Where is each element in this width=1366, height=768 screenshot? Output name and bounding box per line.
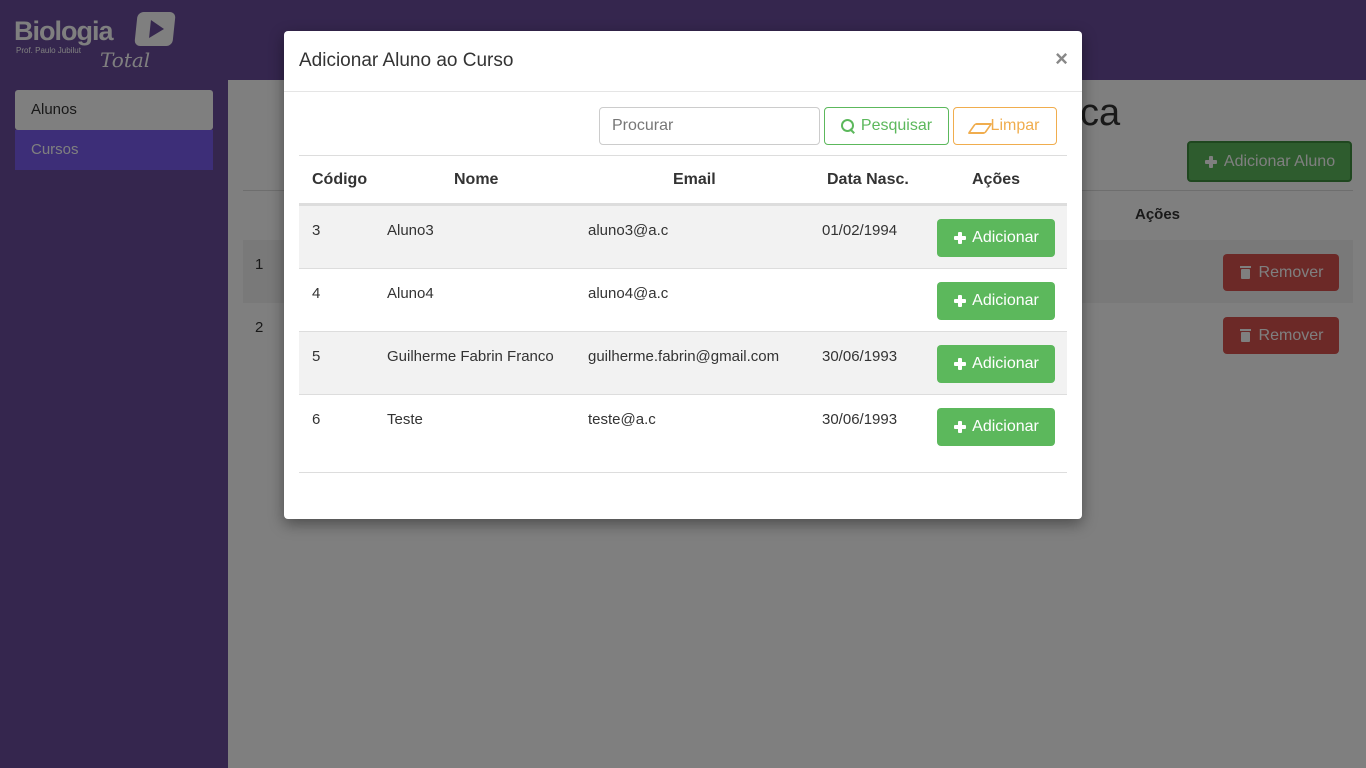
plus-icon — [953, 294, 967, 308]
modal-header: Adicionar Aluno ao Curso × — [284, 31, 1082, 92]
cell-data-nasc: 30/06/1993 — [822, 411, 898, 428]
add-button[interactable]: Adicionar — [937, 219, 1055, 257]
add-button[interactable]: Adicionar — [937, 408, 1055, 446]
cell-codigo: 5 — [312, 348, 321, 365]
add-button-label: Adicionar — [972, 229, 1039, 246]
table-row: 4 Aluno4 aluno4@a.c Adicionar — [299, 268, 1067, 331]
plus-icon — [953, 420, 967, 434]
search-icon — [840, 119, 855, 133]
table-row: 6 Teste teste@a.c 30/06/1993 Adicionar — [299, 394, 1067, 457]
divider — [299, 472, 1067, 473]
cell-email: teste@a.c — [588, 411, 656, 428]
table-row: 3 Aluno3 aluno3@a.c 01/02/1994 Adicionar — [299, 205, 1067, 268]
clear-button-label: Limpar — [990, 117, 1040, 134]
add-button-label: Adicionar — [972, 418, 1039, 435]
header-nome: Nome — [454, 171, 499, 188]
header-codigo: Código — [312, 171, 368, 188]
add-button[interactable]: Adicionar — [937, 345, 1055, 383]
cell-data-nasc: 30/06/1993 — [822, 348, 898, 365]
add-button-label: Adicionar — [972, 292, 1039, 309]
cell-nome: Guilherme Fabrin Franco — [387, 348, 554, 365]
cell-nome: Aluno3 — [387, 222, 434, 239]
cell-data-nasc: 01/02/1994 — [822, 222, 898, 239]
plus-icon — [953, 357, 967, 371]
cell-email: aluno4@a.c — [588, 285, 669, 302]
eraser-icon — [971, 119, 985, 133]
close-icon[interactable]: × — [1055, 48, 1068, 70]
search-button-label: Pesquisar — [860, 117, 933, 134]
search-button[interactable]: Pesquisar — [824, 107, 949, 145]
cell-nome: Teste — [387, 411, 423, 428]
cell-email: aluno3@a.c — [588, 222, 669, 239]
cell-codigo: 3 — [312, 222, 321, 239]
divider — [299, 155, 1067, 156]
header-data-nasc: Data Nasc. — [827, 171, 909, 188]
clear-button[interactable]: Limpar — [953, 107, 1057, 145]
add-student-modal: Adicionar Aluno ao Curso × Pesquisar Lim… — [284, 31, 1082, 519]
add-button[interactable]: Adicionar — [937, 282, 1055, 320]
table-row: 5 Guilherme Fabrin Franco guilherme.fabr… — [299, 331, 1067, 394]
cell-nome: Aluno4 — [387, 285, 434, 302]
modal-title: Adicionar Aluno ao Curso — [299, 50, 514, 71]
cell-codigo: 4 — [312, 285, 321, 302]
search-input[interactable] — [599, 107, 820, 145]
plus-icon — [953, 231, 967, 245]
cell-email: guilherme.fabrin@gmail.com — [588, 348, 780, 365]
table-header: Código Nome Email Data Nasc. Ações — [299, 155, 1067, 205]
header-acoes: Ações — [972, 171, 1021, 188]
header-email: Email — [673, 171, 716, 188]
add-button-label: Adicionar — [972, 355, 1039, 372]
cell-codigo: 6 — [312, 411, 321, 428]
